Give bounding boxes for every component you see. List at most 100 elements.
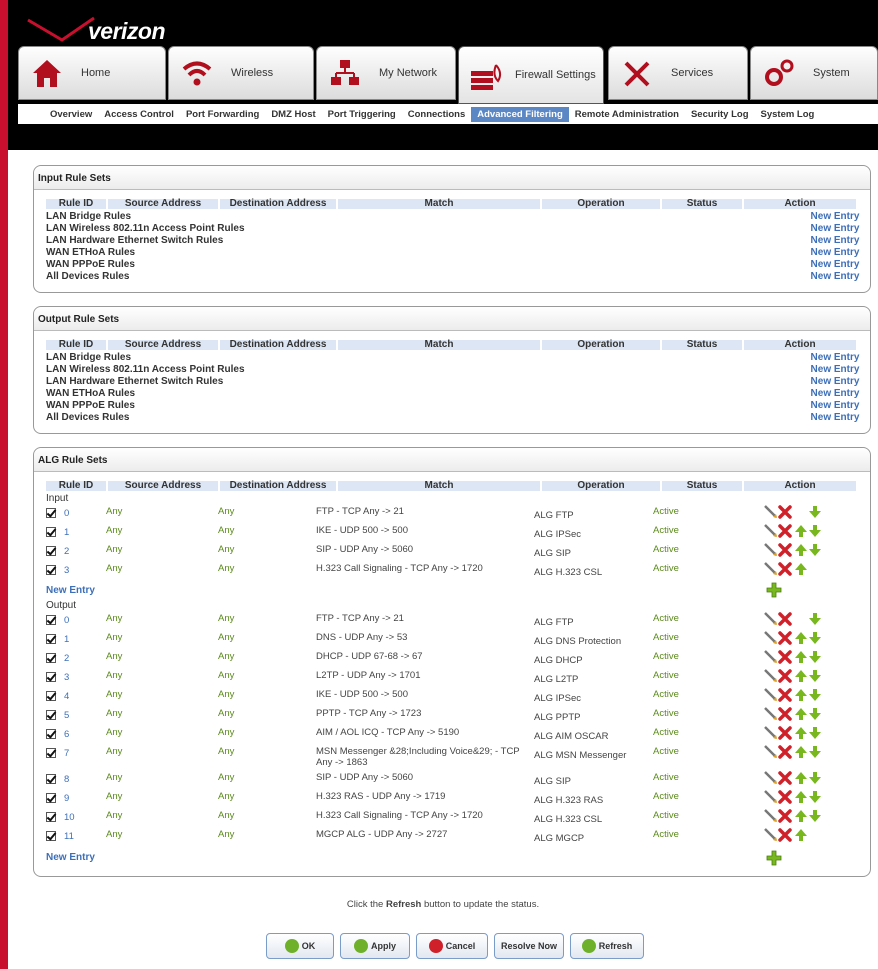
rule-id-link[interactable]: 6 <box>64 729 69 740</box>
subnav-system-log[interactable]: System Log <box>755 107 821 122</box>
delete-icon[interactable] <box>778 612 792 626</box>
rule-enabled-checkbox[interactable] <box>46 653 56 663</box>
edit-icon[interactable] <box>764 707 778 721</box>
tab-system[interactable]: System <box>750 46 878 100</box>
rule-id-link[interactable]: 5 <box>64 710 69 721</box>
move-down-icon[interactable] <box>808 688 822 702</box>
subnav-dmz-host[interactable]: DMZ Host <box>265 107 321 122</box>
move-down-icon[interactable] <box>808 771 822 785</box>
add-icon[interactable] <box>766 850 782 866</box>
tab-wireless[interactable]: Wireless <box>168 46 314 100</box>
rule-enabled-checkbox[interactable] <box>46 748 56 758</box>
resolve-now-button[interactable]: Resolve Now <box>494 933 564 959</box>
delete-icon[interactable] <box>778 543 792 557</box>
move-up-icon[interactable] <box>794 726 808 740</box>
cancel-button[interactable]: Cancel <box>416 933 488 959</box>
rule-id-link[interactable]: 9 <box>64 793 69 804</box>
rule-id-link[interactable]: 2 <box>64 653 69 664</box>
edit-icon[interactable] <box>764 543 778 557</box>
rule-enabled-checkbox[interactable] <box>46 774 56 784</box>
move-down-icon[interactable] <box>808 707 822 721</box>
move-down-icon[interactable] <box>808 612 822 626</box>
subnav-connections[interactable]: Connections <box>402 107 472 122</box>
move-down-icon[interactable] <box>808 543 822 557</box>
new-entry-link[interactable]: New Entry <box>805 388 865 399</box>
move-down-icon[interactable] <box>808 745 822 759</box>
move-up-icon[interactable] <box>794 669 808 683</box>
move-up-icon[interactable] <box>794 745 808 759</box>
edit-icon[interactable] <box>764 771 778 785</box>
edit-icon[interactable] <box>764 505 778 519</box>
move-down-icon[interactable] <box>808 631 822 645</box>
subnav-access-control[interactable]: Access Control <box>98 107 180 122</box>
rule-enabled-checkbox[interactable] <box>46 615 56 625</box>
new-entry-link[interactable]: New Entry <box>805 376 865 387</box>
refresh-button[interactable]: Refresh <box>570 933 644 959</box>
edit-icon[interactable] <box>764 688 778 702</box>
move-up-icon[interactable] <box>794 707 808 721</box>
edit-icon[interactable] <box>764 669 778 683</box>
delete-icon[interactable] <box>778 828 792 842</box>
edit-icon[interactable] <box>764 524 778 538</box>
rule-enabled-checkbox[interactable] <box>46 793 56 803</box>
edit-icon[interactable] <box>764 612 778 626</box>
move-up-icon[interactable] <box>794 562 808 576</box>
tab-firewall-settings[interactable]: Firewall Settings <box>458 46 604 104</box>
move-down-icon[interactable] <box>808 790 822 804</box>
delete-icon[interactable] <box>778 790 792 804</box>
new-entry-link[interactable]: New Entry <box>805 247 865 258</box>
delete-icon[interactable] <box>778 809 792 823</box>
rule-enabled-checkbox[interactable] <box>46 546 56 556</box>
new-entry-link[interactable]: New Entry <box>46 585 95 596</box>
tab-services[interactable]: Services <box>608 46 748 100</box>
rule-enabled-checkbox[interactable] <box>46 831 56 841</box>
subnav-remote-administration[interactable]: Remote Administration <box>569 107 685 122</box>
rule-id-link[interactable]: 1 <box>64 634 69 645</box>
edit-icon[interactable] <box>764 828 778 842</box>
subnav-advanced-filtering[interactable]: Advanced Filtering <box>471 106 569 122</box>
rule-id-link[interactable]: 7 <box>64 748 69 759</box>
rule-enabled-checkbox[interactable] <box>46 710 56 720</box>
rule-id-link[interactable]: 0 <box>64 615 69 626</box>
edit-icon[interactable] <box>764 726 778 740</box>
delete-icon[interactable] <box>778 505 792 519</box>
move-down-icon[interactable] <box>808 524 822 538</box>
subnav-security-log[interactable]: Security Log <box>685 107 755 122</box>
move-down-icon[interactable] <box>808 809 822 823</box>
move-down-icon[interactable] <box>808 650 822 664</box>
new-entry-link[interactable]: New Entry <box>46 852 95 863</box>
subnav-overview[interactable]: Overview <box>44 107 98 122</box>
edit-icon[interactable] <box>764 790 778 804</box>
new-entry-link[interactable]: New Entry <box>805 352 865 363</box>
apply-button[interactable]: Apply <box>340 933 410 959</box>
delete-icon[interactable] <box>778 631 792 645</box>
edit-icon[interactable] <box>764 650 778 664</box>
move-down-icon[interactable] <box>808 726 822 740</box>
rule-enabled-checkbox[interactable] <box>46 527 56 537</box>
new-entry-link[interactable]: New Entry <box>805 400 865 411</box>
rule-id-link[interactable]: 11 <box>64 831 74 842</box>
new-entry-link[interactable]: New Entry <box>805 223 865 234</box>
rule-id-link[interactable]: 2 <box>64 546 69 557</box>
delete-icon[interactable] <box>778 669 792 683</box>
move-up-icon[interactable] <box>794 771 808 785</box>
rule-enabled-checkbox[interactable] <box>46 634 56 644</box>
rule-id-link[interactable]: 10 <box>64 812 75 823</box>
tab-my-network[interactable]: My Network <box>316 46 456 100</box>
rule-enabled-checkbox[interactable] <box>46 672 56 682</box>
delete-icon[interactable] <box>778 771 792 785</box>
move-up-icon[interactable] <box>794 809 808 823</box>
new-entry-link[interactable]: New Entry <box>805 235 865 246</box>
rule-id-link[interactable]: 1 <box>64 527 69 538</box>
move-down-icon[interactable] <box>808 505 822 519</box>
add-icon[interactable] <box>766 582 782 598</box>
rule-id-link[interactable]: 8 <box>64 774 69 785</box>
move-up-icon[interactable] <box>794 650 808 664</box>
edit-icon[interactable] <box>764 745 778 759</box>
move-up-icon[interactable] <box>794 543 808 557</box>
move-up-icon[interactable] <box>794 828 808 842</box>
new-entry-link[interactable]: New Entry <box>805 211 865 222</box>
move-up-icon[interactable] <box>794 631 808 645</box>
rule-id-link[interactable]: 3 <box>64 565 69 576</box>
delete-icon[interactable] <box>778 524 792 538</box>
